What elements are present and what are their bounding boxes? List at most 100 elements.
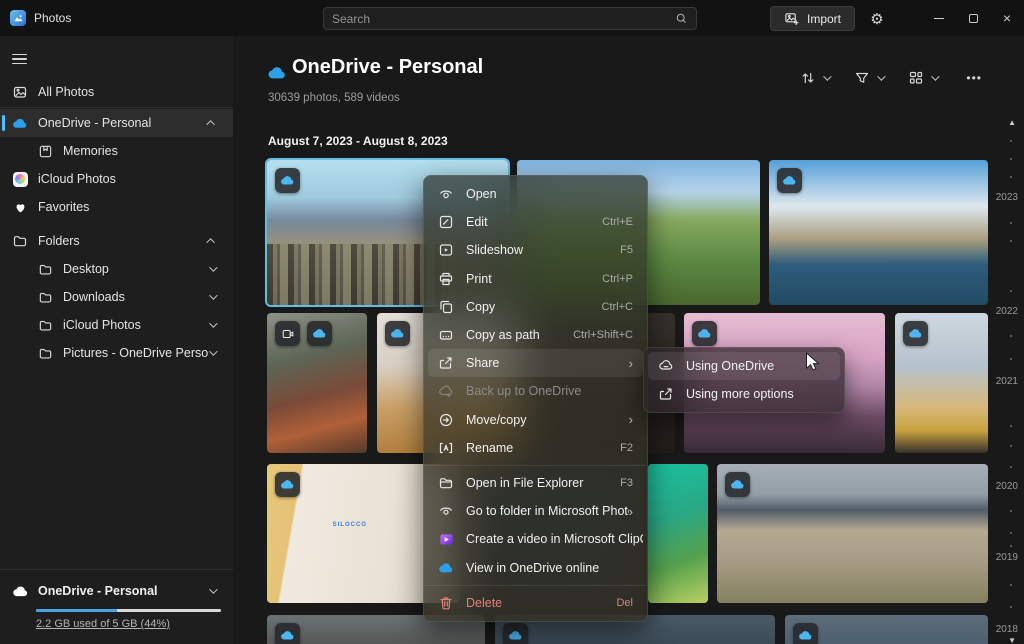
search-icon: [675, 12, 688, 25]
more-options-button[interactable]: •••: [962, 71, 986, 85]
sidebar-divider: [0, 107, 233, 108]
heart-icon: [12, 199, 28, 215]
menu-item-go-to-folder[interactable]: Go to folder in Microsoft Photos ›: [428, 497, 643, 525]
search-input[interactable]: [332, 12, 675, 26]
onedrive-badge-icon: [275, 623, 300, 644]
slideshow-icon: [438, 242, 454, 258]
photo-thumbnail[interactable]: [769, 160, 988, 305]
photo-thumbnail[interactable]: [895, 313, 988, 453]
close-button[interactable]: ×: [990, 0, 1024, 36]
file-explorer-icon: [438, 475, 454, 491]
minimize-button[interactable]: [922, 0, 956, 36]
menu-item-move-copy[interactable]: Move/copy ›: [428, 406, 643, 434]
sidebar-item-label: Memories: [63, 144, 233, 158]
photos-app-icon: [10, 10, 26, 26]
import-label: Import: [807, 12, 841, 26]
onedrive-badge-icon: [903, 321, 928, 346]
video-badge-icon: [275, 321, 300, 346]
settings-button[interactable]: ⚙: [862, 6, 892, 31]
submenu-item-using-more-options[interactable]: Using more options: [648, 380, 840, 408]
menu-item-copy-as-path[interactable]: Copy as path Ctrl+Shift+C: [428, 321, 643, 349]
timeline-year[interactable]: 2023: [996, 192, 1018, 203]
menu-item-share[interactable]: Share ›: [428, 349, 643, 377]
timeline-down-icon[interactable]: ▼: [1008, 636, 1016, 644]
copy-icon: [438, 299, 454, 315]
chevron-down-icon: [209, 347, 217, 355]
open-icon: [438, 186, 454, 202]
edit-icon: [438, 214, 454, 230]
menu-item-rename[interactable]: Rename F2: [428, 434, 643, 462]
menu-item-copy[interactable]: Copy Ctrl+C: [428, 293, 643, 321]
context-menu: Open Edit Ctrl+E Slideshow F5 Print Ctrl…: [423, 175, 648, 622]
storage-account-label: OneDrive - Personal: [38, 584, 209, 598]
sidebar-item-desktop[interactable]: Desktop: [0, 255, 233, 283]
folder-icon: [37, 261, 53, 277]
chevron-down-icon[interactable]: [824, 72, 832, 80]
sidebar-item-downloads[interactable]: Downloads: [0, 283, 233, 311]
chevron-down-icon[interactable]: [209, 585, 217, 593]
sidebar-item-favorites[interactable]: Favorites: [0, 193, 233, 221]
timeline-up-icon[interactable]: ▲: [1008, 118, 1016, 127]
onedrive-badge-icon: [725, 472, 750, 497]
storage-progress-bar: [36, 609, 221, 612]
photo-thumbnail[interactable]: [648, 464, 708, 603]
photo-thumbnail[interactable]: [785, 615, 988, 644]
folder-icon: [37, 289, 53, 305]
chevron-down-icon: [209, 319, 217, 327]
menu-item-view-onedrive-online[interactable]: View in OneDrive online: [428, 553, 643, 581]
sidebar-item-memories[interactable]: Memories: [0, 137, 233, 165]
titlebar: Photos Import ⚙ ×: [0, 0, 1024, 36]
photo-thumbnail[interactable]: [267, 313, 367, 453]
menu-item-open-file-explorer[interactable]: Open in File Explorer F3: [428, 469, 643, 497]
menu-item-open[interactable]: Open: [428, 180, 643, 208]
sidebar-item-folders[interactable]: Folders: [0, 227, 233, 255]
maximize-icon: [969, 14, 978, 23]
timeline-year[interactable]: 2019: [996, 552, 1018, 563]
timeline-year[interactable]: 2021: [996, 376, 1018, 387]
timeline-year[interactable]: 2020: [996, 481, 1018, 492]
menu-item-clipchamp[interactable]: Create a video in Microsoft ClipChamp: [428, 525, 643, 553]
close-icon: ×: [1003, 10, 1011, 26]
trash-icon: [438, 595, 454, 611]
window-controls: ×: [922, 0, 1024, 36]
menu-toggle-button[interactable]: [10, 46, 46, 72]
onedrive-cloud-icon: [438, 560, 454, 576]
onedrive-badge-icon: [503, 623, 528, 644]
sidebar-item-label: Folders: [38, 234, 209, 248]
menu-item-delete[interactable]: Delete Del: [428, 589, 643, 617]
menu-item-edit[interactable]: Edit Ctrl+E: [428, 208, 643, 236]
sidebar-item-onedrive-personal[interactable]: OneDrive - Personal: [0, 109, 233, 137]
sidebar-item-label: Desktop: [63, 262, 209, 276]
photo-thumbnail[interactable]: [717, 464, 988, 603]
menu-item-print[interactable]: Print Ctrl+P: [428, 265, 643, 293]
sidebar-item-icloud-photos[interactable]: iCloud Photos: [0, 165, 233, 193]
sidebar-item-all-photos[interactable]: All Photos: [0, 78, 233, 106]
sidebar-item-pictures-onedrive[interactable]: Pictures - OneDrive Personal: [0, 339, 233, 367]
copy-as-path-icon: [438, 327, 454, 343]
view-options-button[interactable]: [908, 66, 924, 90]
sort-button[interactable]: [800, 66, 816, 90]
timeline-year[interactable]: 2018: [996, 624, 1018, 635]
maximize-button[interactable]: [956, 0, 990, 36]
timeline-year[interactable]: 2022: [996, 306, 1018, 317]
chevron-down-icon[interactable]: [878, 72, 886, 80]
timeline-scrubber[interactable]: ▲ 2023 2022 2021 2020 2019 2018 ▼: [994, 36, 1024, 644]
sidebar-item-label: iCloud Photos: [63, 318, 209, 332]
gear-icon: ⚙: [870, 10, 883, 28]
storage-usage-link[interactable]: 2.2 GB used of 5 GB (44%): [36, 618, 221, 630]
print-icon: [438, 271, 454, 287]
import-button[interactable]: Import: [770, 6, 855, 31]
menu-item-slideshow[interactable]: Slideshow F5: [428, 236, 643, 264]
filter-button[interactable]: [854, 66, 870, 90]
sidebar-item-label: Downloads: [63, 290, 209, 304]
search-box[interactable]: [323, 7, 697, 30]
submenu-arrow-icon: ›: [629, 357, 633, 370]
onedrive-badge-icon: [692, 321, 717, 346]
move-copy-icon: [438, 412, 454, 428]
folder-icon: [37, 317, 53, 333]
sidebar-item-label: Favorites: [38, 200, 233, 214]
date-group-header: August 7, 2023 - August 8, 2023: [268, 134, 448, 148]
rename-icon: [438, 440, 454, 456]
sidebar-item-icloud-photos-folder[interactable]: iCloud Photos: [0, 311, 233, 339]
chevron-down-icon[interactable]: [932, 72, 940, 80]
